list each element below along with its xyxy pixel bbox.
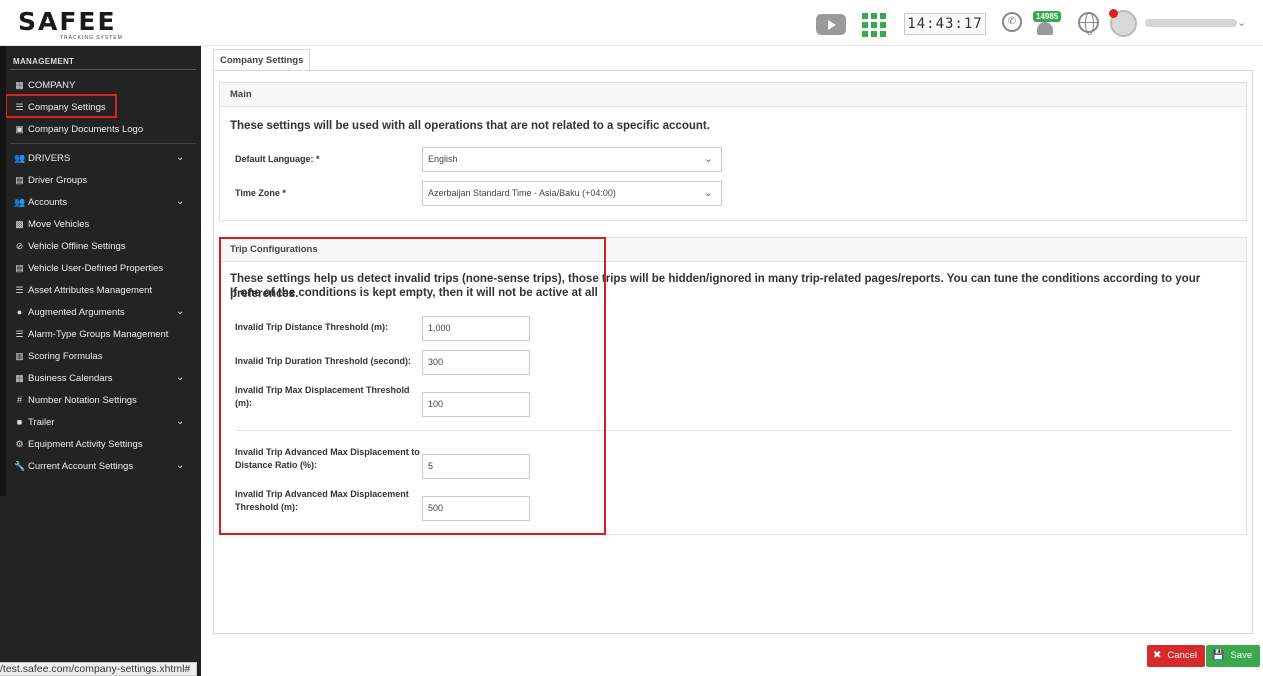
youtube-icon[interactable] (816, 14, 846, 35)
notification-count-badge: 14985 (1033, 11, 1062, 22)
sidebar-item-company-documents-logo[interactable]: ▣ Company Documents Logo (14, 120, 143, 138)
wrench-icon: 🔧 (14, 461, 26, 471)
list-icon: ☰ (15, 329, 24, 339)
trip-configurations-highlight (219, 237, 606, 535)
language-globe-icon[interactable] (1078, 12, 1099, 35)
sidebar-edge-strip (0, 46, 6, 496)
notifications-button[interactable]: 14985 (1031, 11, 1062, 37)
logo-subtext: TRACKING SYSTEM (60, 35, 123, 41)
chevron-down-icon[interactable]: ⌄ (176, 303, 184, 321)
table-icon: ▤ (15, 263, 24, 273)
chevron-down-icon[interactable]: ⌄ (176, 369, 184, 387)
default-language-select[interactable]: English ⌄ (422, 147, 722, 172)
cancel-button[interactable]: ✖ Cancel (1147, 645, 1205, 667)
sidebar-item-vehicle-offline-settings[interactable]: ⊘ Vehicle Offline Settings (14, 237, 126, 255)
online-status-dot (1109, 9, 1118, 18)
calendar-icon: ▦ (15, 373, 24, 383)
hashtag-icon: # (16, 395, 22, 405)
sidebar-section-title: MANAGEMENT (13, 57, 75, 66)
sidebar-item-alarm-type-groups-management[interactable]: ☰ Alarm-Type Groups Management (14, 325, 168, 343)
cogs-icon: ⚙ (15, 439, 24, 449)
chevron-down-icon[interactable]: ⌄ (176, 193, 184, 211)
chevron-down-icon[interactable]: ⌄ (176, 457, 184, 475)
sidebar-item-asset-attributes-management[interactable]: ☰ Asset Attributes Management (14, 281, 152, 299)
sidebar-item-augmented-arguments[interactable]: ● Augmented Arguments (14, 303, 125, 321)
users-icon: 👥 (14, 197, 26, 207)
building-icon: ▦ (15, 80, 24, 90)
circle-icon: ● (16, 307, 23, 317)
square-icon: ■ (16, 417, 23, 427)
sidebar-item-vehicle-user-defined-properties[interactable]: ▤ Vehicle User-Defined Properties (14, 259, 163, 277)
sidebar-item-trailer[interactable]: ■ Trailer (14, 413, 55, 431)
sidebar-item-number-notation-settings[interactable]: # Number Notation Settings (14, 391, 137, 409)
users-icon: 👥 (14, 153, 26, 163)
image-icon: ▣ (15, 124, 24, 134)
bell-icon (1037, 22, 1053, 35)
cubes-icon: ▩ (15, 219, 24, 229)
chevron-down-icon[interactable]: ⌄ (1237, 16, 1246, 29)
sidebar-item-scoring-formulas[interactable]: ▥ Scoring Formulas (14, 347, 102, 365)
sidebar-item-drivers[interactable]: 👥 DRIVERS (14, 149, 70, 167)
time-zone-label: Time Zone * (235, 188, 286, 198)
main-settings-panel: Main These settings will be used with al… (219, 82, 1247, 221)
tab-company-settings[interactable]: Company Settings (213, 49, 311, 71)
save-button[interactable]: 💾 Save (1206, 645, 1261, 667)
eye-slash-icon: ⊘ (15, 241, 24, 251)
id-card-icon: ▤ (15, 175, 24, 185)
sidebar-item-move-vehicles[interactable]: ▩ Move Vehicles (14, 215, 89, 233)
chevron-down-icon[interactable]: ⌄ (176, 149, 184, 167)
sidebar-item-driver-groups[interactable]: ▤ Driver Groups (14, 171, 87, 189)
apps-grid-icon[interactable] (862, 13, 886, 37)
calculator-icon: ▥ (15, 351, 24, 361)
sidebar-separator (10, 143, 196, 144)
digital-clock: 14:43:17 (904, 13, 986, 35)
chevron-down-icon: ⌄ (703, 153, 713, 165)
sidebar-item-company[interactable]: ▦ COMPANY (14, 76, 75, 94)
sidebar-item-accounts[interactable]: 👥 Accounts (14, 193, 67, 211)
sidebar-item-business-calendars[interactable]: ▦ Business Calendars (14, 369, 112, 387)
logo-text: SAFEE (18, 7, 117, 36)
close-icon: ✖ (1153, 650, 1162, 661)
active-item-highlight (5, 94, 117, 118)
sidebar-divider (10, 69, 196, 70)
save-icon: 💾 (1212, 650, 1225, 661)
default-language-label: Default Language: * (235, 154, 320, 164)
sidebar: MANAGEMENT ▦ COMPANY ☰ Company Settings ▣ C… (0, 46, 201, 676)
time-zone-select[interactable]: Azerbaijan Standard Time - Asia/Baku (+0… (422, 181, 722, 206)
list-icon: ☰ (15, 285, 24, 295)
sidebar-item-current-account-settings[interactable]: 🔧 Current Account Settings (14, 457, 133, 475)
status-bar-url: /test.safee.com/company-settings.xhtml# (0, 662, 198, 676)
user-name-blurred[interactable] (1145, 19, 1237, 27)
panel-title: Main (220, 83, 1246, 107)
chevron-down-icon[interactable]: ⌄ (176, 413, 184, 431)
support-phone-icon[interactable]: ✆ (1002, 12, 1022, 32)
chevron-down-icon: ⌄ (703, 187, 713, 199)
safee-logo[interactable]: SAFEE TRACKING SYSTEM (18, 7, 122, 42)
top-header: SAFEE TRACKING SYSTEM 14:43:17 ✆ 14985 ⌄ (0, 0, 1263, 46)
sidebar-item-equipment-activity-settings[interactable]: ⚙ Equipment Activity Settings (14, 435, 142, 453)
panel-description: These settings will be used with all ope… (230, 120, 710, 132)
